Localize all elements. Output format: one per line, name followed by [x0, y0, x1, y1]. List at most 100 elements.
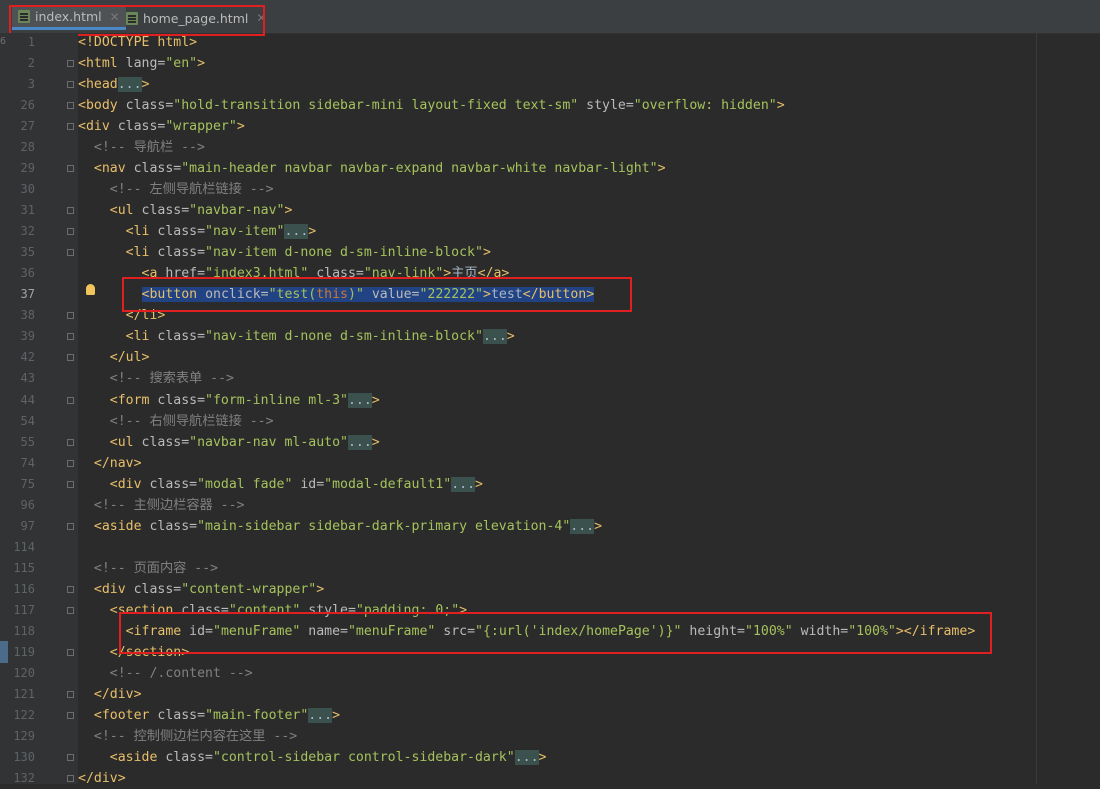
- code-line[interactable]: </div>: [78, 684, 142, 705]
- code-line[interactable]: <!-- 搜索表单 -->: [78, 368, 234, 389]
- code-line[interactable]: <a href="index3.html" class="nav-link">主…: [78, 263, 510, 284]
- code-token: "padding: 0;": [355, 603, 460, 618]
- code-line[interactable]: <ul class="navbar-nav">: [78, 200, 293, 221]
- code-token: "navbar-nav": [189, 203, 285, 218]
- fold-toggle-icon[interactable]: [67, 81, 74, 88]
- code-token: <li: [125, 245, 158, 260]
- fold-toggle-icon[interactable]: [67, 123, 74, 130]
- fold-toggle-icon[interactable]: [67, 249, 74, 256]
- code-line[interactable]: <!-- 右侧导航栏链接 -->: [78, 411, 274, 432]
- code-token: class=: [141, 435, 190, 450]
- fold-toggle-icon[interactable]: [67, 228, 74, 235]
- tab-index-html[interactable]: index.html ✕: [12, 6, 126, 30]
- fold-toggle-icon[interactable]: [67, 439, 74, 446]
- code-line[interactable]: <section class="content" style="padding:…: [78, 600, 467, 621]
- code-token: <button: [141, 287, 206, 302]
- line-number: 36: [20, 266, 35, 280]
- close-icon[interactable]: ✕: [110, 10, 120, 24]
- code-token: 主页: [451, 266, 478, 281]
- code-token: "hold-transition sidebar-mini layout-fix…: [173, 98, 579, 113]
- code-token: id=: [292, 477, 325, 492]
- code-line[interactable]: <body class="hold-transition sidebar-min…: [78, 95, 785, 116]
- code-line[interactable]: </ul>: [78, 347, 150, 368]
- code-token: <!-- 页面内容 -->: [93, 561, 219, 576]
- tab-home-page-html[interactable]: home_page.html ✕: [120, 6, 272, 30]
- code-line[interactable]: <html lang="en">: [78, 53, 205, 74]
- code-line[interactable]: <li class="nav-item"...>: [78, 221, 316, 242]
- fold-toggle-icon[interactable]: [67, 60, 74, 67]
- code-line[interactable]: <iframe id="menuFrame" name="menuFrame" …: [78, 621, 976, 642]
- code-line[interactable]: <!-- 导航栏 -->: [78, 137, 205, 158]
- code-line[interactable]: <button onclick="test(this)" value="2222…: [78, 284, 595, 305]
- code-line[interactable]: <!-- 页面内容 -->: [78, 558, 218, 579]
- line-number: 1: [27, 35, 35, 49]
- line-number: 122: [13, 708, 35, 722]
- fold-toggle-icon[interactable]: [67, 607, 74, 614]
- fold-toggle-icon[interactable]: [67, 102, 74, 109]
- code-token: >: [332, 708, 341, 723]
- code-line[interactable]: <nav class="main-header navbar navbar-ex…: [78, 158, 666, 179]
- fold-toggle-icon[interactable]: [67, 481, 74, 488]
- fold-toggle-icon[interactable]: [67, 586, 74, 593]
- code-token: <head: [78, 77, 118, 92]
- line-number: 38: [20, 308, 35, 322]
- code-line[interactable]: <div class="content-wrapper">: [78, 579, 324, 600]
- tab-label: home_page.html: [143, 10, 249, 26]
- fold-toggle-icon[interactable]: [67, 333, 74, 340]
- lightbulb-icon[interactable]: [86, 284, 95, 295]
- code-line[interactable]: </div>: [78, 768, 126, 789]
- code-line[interactable]: <head...>: [78, 74, 149, 95]
- fold-toggle-icon[interactable]: [67, 712, 74, 719]
- code-line[interactable]: </section>: [78, 642, 189, 663]
- line-number: 54: [20, 414, 35, 428]
- fold-toggle-icon[interactable]: [67, 354, 74, 361]
- code-token: "content-wrapper": [181, 582, 317, 597]
- fold-toggle-icon[interactable]: [67, 397, 74, 404]
- code-line[interactable]: <li class="nav-item d-none d-sm-inline-b…: [78, 326, 515, 347]
- code-line[interactable]: <div class="modal fade" id="modal-defaul…: [78, 474, 483, 495]
- fold-toggle-icon[interactable]: [67, 312, 74, 319]
- line-number: 121: [13, 687, 35, 701]
- fold-toggle-icon[interactable]: [67, 691, 74, 698]
- code-line[interactable]: <footer class="main-footer"...>: [78, 705, 340, 726]
- code-token: ...: [308, 708, 333, 723]
- code-token: >: [371, 393, 380, 408]
- code-line[interactable]: <aside class="control-sidebar control-si…: [78, 747, 546, 768]
- code-token: "nav-item d-none d-sm-inline-block": [205, 329, 483, 344]
- code-line[interactable]: <!DOCTYPE html>: [78, 32, 197, 53]
- fold-toggle-icon[interactable]: [67, 775, 74, 782]
- code-line[interactable]: <aside class="main-sidebar sidebar-dark-…: [78, 516, 602, 537]
- code-token: <!-- 搜索表单 -->: [109, 371, 234, 386]
- code-token: )": [348, 287, 364, 302]
- code-line[interactable]: <form class="form-inline ml-3"...>: [78, 390, 380, 411]
- fold-toggle-icon[interactable]: [67, 754, 74, 761]
- code-token: class=: [157, 708, 206, 723]
- code-token: <html: [78, 56, 126, 71]
- code-line[interactable]: <!-- 左侧导航栏链接 -->: [78, 179, 274, 200]
- fold-toggle-icon[interactable]: [67, 649, 74, 656]
- fold-toggle-icon[interactable]: [67, 460, 74, 467]
- fold-toggle-icon[interactable]: [67, 207, 74, 214]
- line-number: 129: [13, 729, 35, 743]
- code-line[interactable]: <!-- 主侧边栏容器 -->: [78, 495, 245, 516]
- code-token: href=: [165, 266, 206, 281]
- code-line[interactable]: <div class="wrapper">: [78, 116, 245, 137]
- close-icon[interactable]: ✕: [256, 11, 266, 25]
- code-line[interactable]: <!-- /.content -->: [78, 663, 253, 684]
- code-token: </ul>: [109, 350, 150, 365]
- code-line[interactable]: </nav>: [78, 453, 142, 474]
- code-line[interactable]: <li class="nav-item d-none d-sm-inline-b…: [78, 242, 491, 263]
- code-token: </div>: [93, 687, 142, 702]
- code-line[interactable]: <ul class="navbar-nav ml-auto"...>: [78, 432, 380, 453]
- code-line[interactable]: </li>: [78, 305, 166, 326]
- code-token: </button>: [522, 287, 595, 302]
- fold-toggle-icon[interactable]: [67, 523, 74, 530]
- code-line[interactable]: <!-- 控制侧边栏内容在这里 -->: [78, 726, 297, 747]
- code-token: "navbar-nav ml-auto": [189, 435, 348, 450]
- code-token: "wrapper": [165, 119, 237, 134]
- fold-toggle-icon[interactable]: [67, 165, 74, 172]
